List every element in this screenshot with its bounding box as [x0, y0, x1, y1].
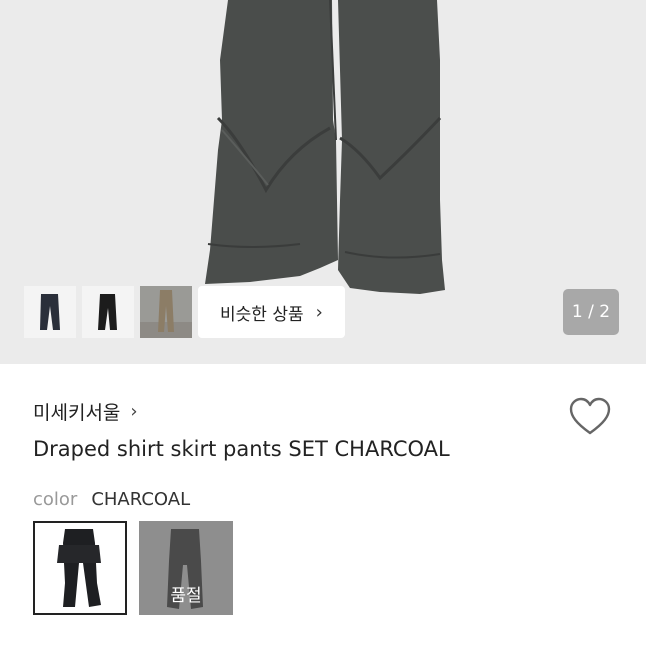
thumbnail-strip: 비슷한 상품 › [24, 286, 345, 338]
color-option-soldout[interactable]: 품절 [139, 521, 233, 615]
similar-products-button[interactable]: 비슷한 상품 › [198, 286, 345, 338]
heart-icon [569, 397, 611, 435]
thumbnail-3[interactable] [140, 286, 192, 338]
product-title: Draped shirt skirt pants SET CHARCOAL [33, 437, 450, 461]
color-value: CHARCOAL [91, 489, 191, 510]
similar-products-label: 비슷한 상품 [220, 304, 304, 325]
thumbnail-2[interactable] [82, 286, 134, 338]
brand-link[interactable]: 미세키서울 › [33, 398, 138, 425]
color-option-image [35, 523, 125, 613]
product-image-gallery[interactable]: 비슷한 상품 › 1 / 2 [0, 0, 646, 364]
chevron-right-icon: › [315, 301, 323, 323]
color-selection-label: color CHARCOAL [33, 489, 190, 510]
image-counter: 1 / 2 [563, 289, 619, 335]
brand-name: 미세키서울 [33, 402, 121, 424]
color-option-selected[interactable] [33, 521, 127, 615]
soldout-label: 품절 [170, 586, 202, 606]
wishlist-button[interactable] [568, 397, 612, 437]
color-label: color [33, 489, 78, 510]
thumbnail-1[interactable] [24, 286, 76, 338]
chevron-right-icon: › [130, 401, 138, 422]
